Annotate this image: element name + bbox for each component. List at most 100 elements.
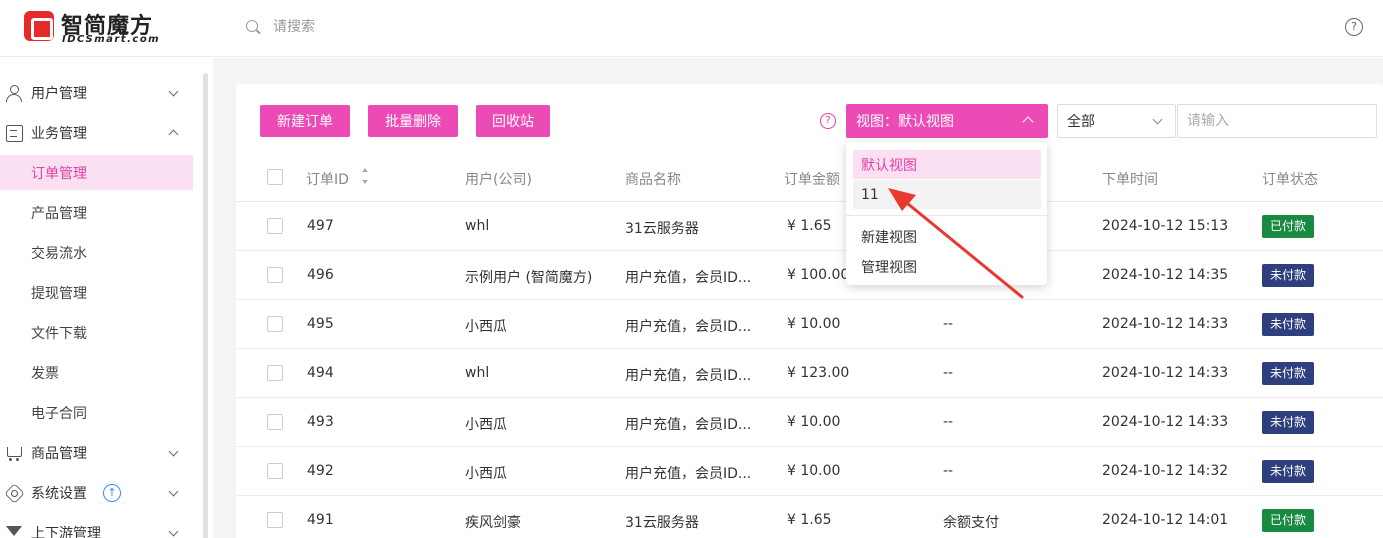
search-icon[interactable] [244, 18, 262, 36]
row-checkbox[interactable] [267, 316, 283, 332]
sidebar-subitem-file-download[interactable]: 文件下载 [0, 315, 193, 350]
cell-product: 用户充值，会员ID... [625, 270, 752, 286]
column-header-time: 下单时间 [1102, 172, 1158, 188]
row-checkbox[interactable] [267, 512, 283, 528]
cell-product: 31云服务器 [625, 515, 699, 531]
status-badge: 未付款 [1262, 264, 1315, 287]
sidebar-item-label: 商品管理 [31, 445, 87, 462]
cell-order-id[interactable]: 493 [307, 414, 334, 430]
cell-order-id[interactable]: 497 [307, 218, 334, 234]
funnel-icon [5, 524, 23, 538]
sidebar-subitem-withdrawals[interactable]: 提现管理 [0, 275, 193, 310]
cell-user[interactable]: 小西瓜 [465, 316, 507, 336]
cell-order-id[interactable]: 492 [307, 463, 334, 479]
cell-payment: -- [943, 316, 954, 332]
cell-payment: -- [943, 463, 954, 479]
status-badge: 已付款 [1262, 509, 1315, 532]
cell-amount: ¥ 100.00 [787, 267, 850, 283]
column-header-order-id[interactable]: 订单ID [306, 169, 349, 189]
column-header-amount: 订单金额 [784, 172, 840, 188]
view-option-default[interactable]: 默认视图 [853, 150, 1041, 179]
cell-product: 用户充值，会员ID... [625, 368, 752, 384]
cell-user[interactable]: 示例用户 (智简魔方) [465, 267, 592, 287]
status-badge: 未付款 [1262, 313, 1315, 336]
cell-user[interactable]: 小西瓜 [465, 414, 507, 434]
row-checkbox[interactable] [267, 218, 283, 234]
sidebar-item-system-settings[interactable]: 系统设置 ↑ [0, 475, 193, 510]
sidebar-item-label: 业务管理 [31, 125, 87, 142]
row-checkbox[interactable] [267, 267, 283, 283]
sort-icon[interactable] [361, 167, 369, 187]
cell-user[interactable]: whl [465, 365, 489, 381]
table-row: 494 whl 用户充值，会员ID... ¥ 123.00 -- 2024-10… [236, 349, 1383, 398]
recycle-bin-button[interactable]: 回收站 [476, 105, 550, 137]
search-input[interactable] [273, 19, 473, 35]
cart-icon [5, 444, 23, 462]
cell-time: 2024-10-12 14:01 [1102, 512, 1229, 528]
cell-product: 用户充值，会员ID... [625, 417, 752, 433]
view-help-icon[interactable]: ? [820, 113, 836, 129]
cell-order-id[interactable]: 491 [307, 512, 334, 528]
help-icon[interactable]: ? [1345, 18, 1363, 36]
row-checkbox[interactable] [267, 414, 283, 430]
cell-user[interactable]: whl [465, 218, 489, 234]
cell-order-id[interactable]: 494 [307, 365, 334, 381]
select-all-checkbox[interactable] [267, 169, 283, 185]
batch-delete-button[interactable]: 批量删除 [368, 105, 458, 137]
table-row: 495 小西瓜 用户充值，会员ID... ¥ 10.00 -- 2024-10-… [236, 300, 1383, 349]
cell-time: 2024-10-12 14:33 [1102, 316, 1229, 332]
table-row: 497 whl 31云服务器 ¥ 1.65 2024-10-12 15:13 已… [236, 202, 1383, 251]
cell-amount: ¥ 1.65 [787, 218, 832, 234]
cell-user[interactable]: 疾风剑豪 [465, 512, 521, 532]
user-icon [5, 84, 23, 102]
chevron-down-icon [1152, 114, 1163, 125]
cell-product: 31云服务器 [625, 221, 699, 237]
sidebar-subitem-e-contract[interactable]: 电子合同 [0, 395, 193, 430]
sidebar-subitem-transactions[interactable]: 交易流水 [0, 235, 193, 270]
cell-amount: ¥ 123.00 [787, 365, 850, 381]
sidebar-item-product-management[interactable]: 商品管理 [0, 435, 193, 470]
column-header-product: 商品名称 [625, 172, 681, 188]
cell-order-id[interactable]: 496 [307, 267, 334, 283]
cell-product: 用户充值，会员ID... [625, 319, 752, 335]
document-icon [5, 124, 23, 142]
view-option-11[interactable]: 11 [853, 180, 1041, 209]
gear-icon [5, 484, 23, 502]
cell-amount: ¥ 10.00 [787, 316, 841, 332]
cell-amount: ¥ 1.65 [787, 512, 832, 528]
cell-time: 2024-10-12 14:33 [1102, 414, 1229, 430]
status-filter-select[interactable]: 全部 [1057, 104, 1176, 138]
new-order-button[interactable]: 新建订单 [260, 105, 350, 137]
new-view-option[interactable]: 新建视图 [853, 222, 1041, 251]
sidebar-subitem-invoice[interactable]: 发票 [0, 355, 193, 390]
status-filter-value: 全部 [1067, 114, 1095, 130]
status-badge: 已付款 [1262, 215, 1315, 238]
sidebar-subitem-products[interactable]: 产品管理 [0, 195, 193, 230]
cell-product: 用户充值，会员ID... [625, 466, 752, 482]
sidebar-scrollbar[interactable] [203, 73, 208, 538]
view-dropdown-menu: 默认视图 11 新建视图 管理视图 [846, 142, 1047, 285]
sidebar-item-business-management[interactable]: 业务管理 [0, 115, 193, 150]
manage-view-option[interactable]: 管理视图 [853, 252, 1041, 281]
logo[interactable]: 智简魔方 IDCSmart.com [24, 11, 174, 47]
view-select[interactable]: 视图：默认视图 [846, 104, 1048, 138]
cell-user[interactable]: 小西瓜 [465, 463, 507, 483]
cell-order-id[interactable]: 495 [307, 316, 334, 332]
sidebar-subitem-orders[interactable]: 订单管理 [0, 155, 193, 190]
sidebar-item-user-management[interactable]: 用户管理 [0, 75, 193, 110]
cell-payment: 余额支付 [943, 515, 999, 531]
cell-amount: ¥ 10.00 [787, 414, 841, 430]
sidebar-item-upstream-downstream[interactable]: 上下游管理 [0, 515, 193, 538]
chevron-down-icon [169, 528, 179, 538]
chevron-up-icon [1022, 116, 1034, 128]
sidebar: 用户管理 业务管理 订单管理 产品管理 交易流水 提现管理 文件下载 发票 电子… [0, 58, 210, 538]
chevron-up-icon [169, 128, 179, 138]
status-badge: 未付款 [1262, 362, 1315, 385]
row-checkbox[interactable] [267, 463, 283, 479]
upgrade-icon[interactable]: ↑ [103, 483, 121, 502]
row-checkbox[interactable] [267, 365, 283, 381]
table-row: 493 小西瓜 用户充值，会员ID... ¥ 10.00 -- 2024-10-… [236, 398, 1383, 447]
keyword-filter-input[interactable] [1177, 104, 1377, 138]
dropdown-divider [846, 215, 1047, 216]
column-header-status: 订单状态 [1262, 172, 1318, 188]
